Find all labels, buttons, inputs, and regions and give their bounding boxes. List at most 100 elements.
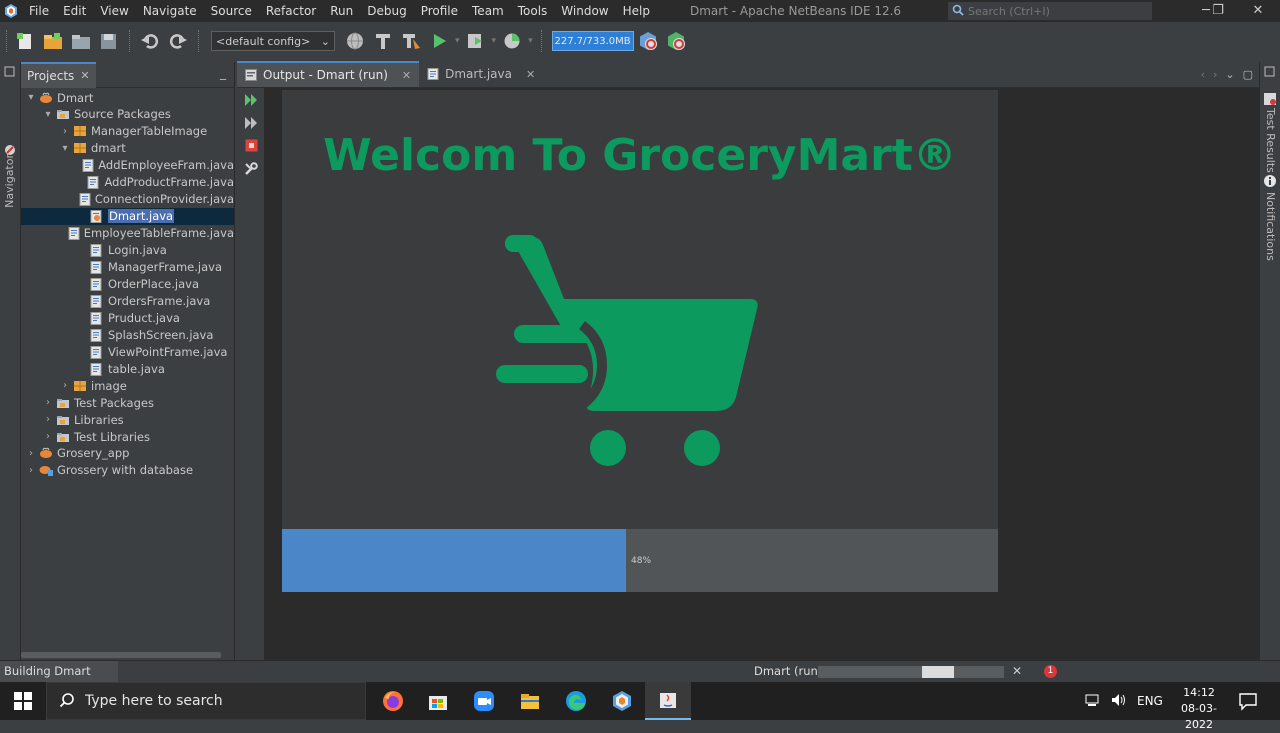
config-select[interactable]: <default config> ⌄ xyxy=(211,31,335,51)
chevron-right-icon[interactable]: › xyxy=(59,126,71,137)
tree-item[interactable]: › Libraries xyxy=(21,411,234,428)
menu-team[interactable]: Team xyxy=(465,0,511,22)
tree-item[interactable]: AddEmployeeFram.java xyxy=(21,157,234,174)
tree-item[interactable]: ▾ Dmart xyxy=(21,89,234,106)
close-icon[interactable]: ✕ xyxy=(80,69,89,82)
memory-indicator[interactable]: 227.7/733.0MB xyxy=(551,31,634,51)
show-opened-documents-icon[interactable]: ⌄ xyxy=(1225,68,1234,81)
java-app-icon[interactable] xyxy=(645,682,691,720)
tree-item[interactable]: OrdersFrame.java xyxy=(21,292,234,309)
tree-item[interactable]: EmployeeTableFrame.java xyxy=(21,225,234,242)
close-icon[interactable]: ✕ xyxy=(402,69,411,82)
notifications-tab[interactable]: Notifications xyxy=(1264,192,1277,261)
chevron-right-icon[interactable]: › xyxy=(25,448,37,459)
stop-icon[interactable] xyxy=(237,134,265,157)
menu-navigate[interactable]: Navigate xyxy=(136,0,204,22)
restore-window-button[interactable]: ❐ xyxy=(1198,0,1238,22)
ide-search-input[interactable] xyxy=(964,4,1144,18)
close-window-button[interactable]: ✕ xyxy=(1238,0,1278,22)
rerun-with-options-icon[interactable] xyxy=(237,111,265,134)
clean-build-icon[interactable] xyxy=(397,27,425,55)
tree-item[interactable]: › image xyxy=(21,377,234,394)
open-project-button[interactable] xyxy=(67,27,95,55)
system-clock[interactable]: 14:12 08-03-2022 xyxy=(1168,685,1230,733)
menu-source[interactable]: Source xyxy=(204,0,259,22)
cancel-task-icon[interactable]: ✕ xyxy=(1012,661,1022,682)
run-icon[interactable] xyxy=(425,27,453,55)
taskbar-search-box[interactable] xyxy=(46,682,366,720)
notification-badge[interactable]: 1 xyxy=(1044,665,1057,678)
taskbar-search-input[interactable] xyxy=(85,693,345,709)
start-button[interactable] xyxy=(0,682,46,720)
tree-item[interactable]: ManagerFrame.java xyxy=(21,259,234,276)
test-results-tab[interactable]: Test Results xyxy=(1264,108,1277,173)
navigator-tab[interactable]: Navigator xyxy=(3,154,16,208)
tree-item[interactable]: › Test Libraries xyxy=(21,428,234,445)
chevron-right-icon[interactable]: › xyxy=(42,414,54,425)
chevron-down-icon[interactable]: ▾ xyxy=(42,109,54,120)
menu-tools[interactable]: Tools xyxy=(511,0,555,22)
pause-io-icon[interactable] xyxy=(634,27,662,55)
firefox-app-icon[interactable] xyxy=(370,682,416,720)
menu-edit[interactable]: Edit xyxy=(56,0,93,22)
redo-icon[interactable] xyxy=(164,27,192,55)
zoom-app-icon[interactable] xyxy=(461,682,507,720)
menu-file[interactable]: File xyxy=(22,0,56,22)
build-hammer-icon[interactable] xyxy=(369,27,397,55)
menu-debug[interactable]: Debug xyxy=(360,0,413,22)
rerun-icon[interactable] xyxy=(237,88,265,111)
chevron-right-icon[interactable]: › xyxy=(42,431,54,442)
menu-run[interactable]: Run xyxy=(323,0,360,22)
action-center-icon[interactable] xyxy=(1238,691,1258,714)
input-language[interactable]: ENG xyxy=(1137,694,1163,708)
scroll-left-icon[interactable]: ‹ xyxy=(1201,68,1205,81)
menu-profile[interactable]: Profile xyxy=(414,0,465,22)
file-explorer-app-icon[interactable] xyxy=(507,682,553,720)
scroll-right-icon[interactable]: › xyxy=(1213,68,1217,81)
settings-wrench-icon[interactable] xyxy=(237,157,265,180)
tree-item[interactable]: OrderPlace.java xyxy=(21,275,234,292)
chevron-right-icon[interactable]: › xyxy=(25,465,37,476)
tree-horizontal-scrollbar[interactable] xyxy=(21,652,221,658)
tree-item[interactable]: SplashScreen.java xyxy=(21,326,234,343)
volume-icon[interactable] xyxy=(1111,693,1127,710)
tab-output-dmart-run[interactable]: Output - Dmart (run) ✕ xyxy=(237,61,420,87)
netbeans-app-icon[interactable] xyxy=(599,682,645,720)
tree-item[interactable]: table.java xyxy=(21,360,234,377)
menu-refactor[interactable]: Refactor xyxy=(259,0,323,22)
tree-item[interactable]: ViewPointFrame.java xyxy=(21,343,234,360)
tab-dmart-java[interactable]: Dmart.java ✕ xyxy=(419,61,543,87)
network-icon[interactable] xyxy=(1085,693,1101,710)
restore-panels-icon[interactable] xyxy=(4,66,15,80)
tree-item[interactable]: Pruduct.java xyxy=(21,309,234,326)
save-all-button[interactable] xyxy=(95,27,123,55)
new-project-button[interactable] xyxy=(39,27,67,55)
undo-icon[interactable] xyxy=(136,27,164,55)
new-file-button[interactable] xyxy=(11,27,39,55)
microsoft-store-app-icon[interactable] xyxy=(415,682,461,720)
tree-item[interactable]: ▾ dmart xyxy=(21,140,234,157)
tree-item[interactable]: › Test Packages xyxy=(21,394,234,411)
chevron-right-icon[interactable]: › xyxy=(42,397,54,408)
menu-view[interactable]: View xyxy=(93,0,135,22)
chevron-right-icon[interactable]: › xyxy=(59,380,71,391)
tree-item[interactable]: Login.java xyxy=(21,242,234,259)
tree-item[interactable]: Dmart.java xyxy=(21,207,234,225)
profile-icon[interactable] xyxy=(498,27,526,55)
maximize-icon[interactable]: ▢ xyxy=(1243,68,1253,81)
ide-search-box[interactable] xyxy=(948,2,1152,20)
globe-icon[interactable] xyxy=(341,27,369,55)
tree-item[interactable]: › ManagerTableImage xyxy=(21,123,234,140)
debug-icon[interactable] xyxy=(462,27,490,55)
tree-item[interactable]: AddProductFrame.java xyxy=(21,174,234,191)
close-icon[interactable]: ✕ xyxy=(526,68,535,81)
chevron-down-icon[interactable]: ▾ xyxy=(25,92,37,103)
minimize-panel-button[interactable]: _ xyxy=(220,66,226,80)
chevron-down-icon[interactable]: ▾ xyxy=(59,143,71,154)
tree-item[interactable]: › Grosery_app xyxy=(21,445,234,462)
tree-item[interactable]: ConnectionProvider.java xyxy=(21,191,234,208)
tree-item[interactable]: ▾ Source Packages xyxy=(21,106,234,123)
tree-item[interactable]: › Grossery with database xyxy=(21,462,234,479)
task-progress-bar[interactable] xyxy=(818,666,1004,678)
projects-tab[interactable]: Projects ✕ xyxy=(21,61,96,88)
